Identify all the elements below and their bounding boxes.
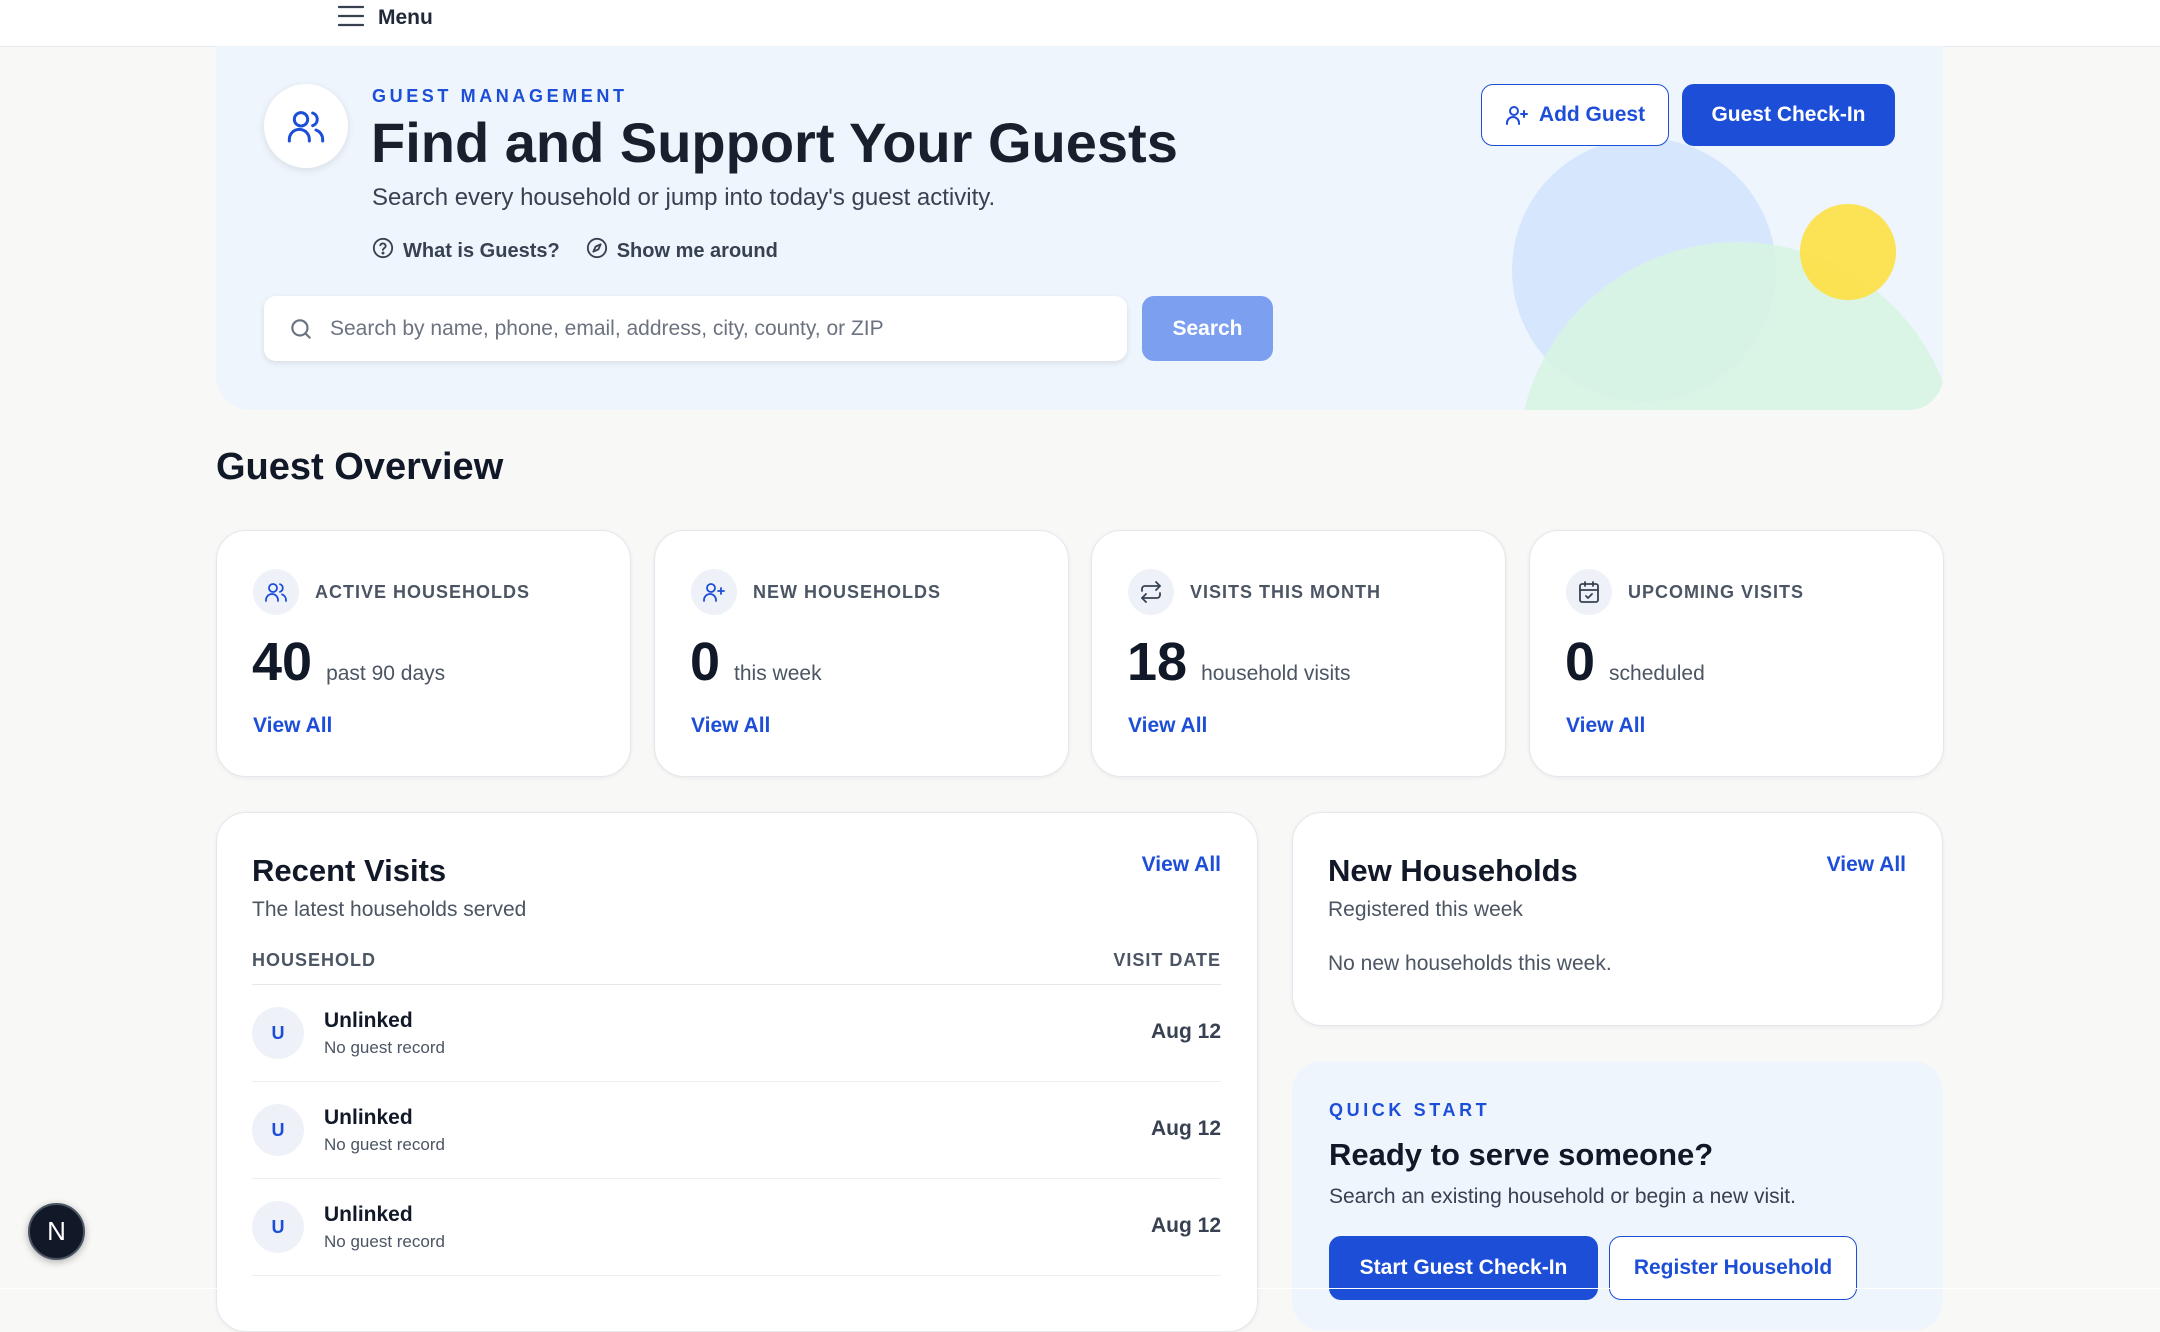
- stat-card-upcoming-visits: UPCOMING VISITS 0 scheduled View All: [1529, 530, 1944, 777]
- users-icon: [264, 84, 348, 168]
- repeat-icon: [1128, 569, 1174, 615]
- household-name: Unlinked: [324, 1203, 413, 1226]
- stat-unit: this week: [734, 662, 822, 685]
- avatar: U: [252, 1201, 304, 1253]
- column-header-household: HOUSEHOLD: [252, 950, 377, 970]
- stat-unit: past 90 days: [326, 662, 446, 685]
- menu-button[interactable]: Menu: [337, 3, 433, 33]
- visit-date: Aug 12: [1150, 1214, 1221, 1237]
- view-all-link[interactable]: View All: [691, 714, 770, 738]
- quick-start-title: Ready to serve someone?: [1329, 1137, 1714, 1172]
- visit-date: Aug 12: [1150, 1117, 1221, 1140]
- add-guest-button[interactable]: Add Guest: [1481, 84, 1669, 146]
- quick-start-eyebrow: QUICK START: [1329, 1100, 1491, 1120]
- recent-visits-subtitle: The latest households served: [252, 898, 527, 921]
- user-plus-icon: [1505, 103, 1529, 127]
- quick-start-panel: QUICK START Ready to serve someone? Sear…: [1292, 1061, 1943, 1331]
- add-guest-label: Add Guest: [1538, 103, 1646, 126]
- show-me-around-label: Show me around: [616, 239, 778, 262]
- register-household-button[interactable]: Register Household: [1609, 1236, 1857, 1300]
- users-icon: [253, 569, 299, 615]
- table-row[interactable]: U Unlinked No guest record Aug 12: [252, 1082, 1221, 1179]
- avatar: U: [252, 1007, 304, 1059]
- household-sub: No guest record: [324, 1038, 445, 1057]
- help-circle-icon: [372, 237, 394, 265]
- search-box: [264, 296, 1127, 361]
- avatar: U: [252, 1104, 304, 1156]
- new-households-subtitle: Registered this week: [1328, 898, 1523, 921]
- compass-icon: [586, 237, 608, 265]
- recent-visits-view-all-link[interactable]: View All: [1142, 853, 1221, 877]
- stat-value: 18: [1127, 632, 1188, 692]
- hero-subtitle: Search every household or jump into toda…: [372, 184, 996, 211]
- search-button[interactable]: Search: [1142, 296, 1273, 361]
- recent-visits-panel: Recent Visits The latest households serv…: [216, 812, 1258, 1332]
- stat-label: NEW HOUSEHOLDS: [753, 581, 942, 602]
- household-name: Unlinked: [324, 1106, 413, 1129]
- search-input[interactable]: [328, 315, 1112, 342]
- what-is-guests-link[interactable]: What is Guests?: [372, 237, 560, 265]
- stat-value: 40: [252, 632, 313, 692]
- page-title: Find and Support Your Guests: [371, 111, 1178, 174]
- stat-card-visits-this-month: VISITS THIS MONTH 18 household visits Vi…: [1091, 530, 1506, 777]
- user-plus-icon: [691, 569, 737, 615]
- empty-state-text: No new households this week.: [1328, 952, 1612, 975]
- hero-banner: GUEST MANAGEMENT Find and Support Your G…: [216, 46, 1943, 410]
- dev-tools-badge[interactable]: N: [28, 1203, 85, 1260]
- table-row[interactable]: U Unlinked No guest record Aug 12: [252, 985, 1221, 1082]
- hero-eyebrow: GUEST MANAGEMENT: [372, 86, 628, 106]
- show-me-around-link[interactable]: Show me around: [586, 237, 778, 265]
- view-all-link[interactable]: View All: [253, 714, 332, 738]
- quick-start-subtitle: Search an existing household or begin a …: [1329, 1185, 1796, 1208]
- stat-label: UPCOMING VISITS: [1628, 581, 1805, 602]
- decorative-circle-yellow: [1800, 204, 1896, 300]
- household-name: Unlinked: [324, 1009, 413, 1032]
- stat-unit: scheduled: [1609, 662, 1705, 685]
- hamburger-icon: [337, 5, 365, 32]
- stat-label: VISITS THIS MONTH: [1190, 581, 1382, 602]
- stat-value: 0: [1565, 632, 1596, 692]
- top-bar: Menu: [0, 0, 2160, 47]
- recent-visits-title: Recent Visits: [252, 853, 447, 888]
- stat-card-new-households: NEW HOUSEHOLDS 0 this week View All: [654, 530, 1069, 777]
- guest-check-in-button[interactable]: Guest Check-In: [1682, 84, 1895, 146]
- menu-label: Menu: [378, 6, 433, 29]
- table-row[interactable]: U Unlinked No guest record Aug 12: [252, 1179, 1221, 1276]
- calendar-check-icon: [1566, 569, 1612, 615]
- stat-label: ACTIVE HOUSEHOLDS: [315, 581, 531, 602]
- stat-value: 0: [690, 632, 721, 692]
- view-all-link[interactable]: View All: [1128, 714, 1207, 738]
- new-households-panel: New Households Registered this week View…: [1292, 812, 1943, 1026]
- new-households-view-all-link[interactable]: View All: [1827, 853, 1906, 877]
- column-header-visit-date: VISIT DATE: [1113, 950, 1221, 970]
- household-sub: No guest record: [324, 1232, 445, 1251]
- stat-unit: household visits: [1201, 662, 1351, 685]
- start-guest-check-in-button[interactable]: Start Guest Check-In: [1329, 1236, 1598, 1300]
- hero-links: What is Guests? Show me around: [372, 237, 778, 265]
- visit-date: Aug 12: [1150, 1020, 1221, 1043]
- search-icon: [288, 316, 314, 342]
- new-households-title: New Households: [1328, 853, 1578, 888]
- view-all-link[interactable]: View All: [1566, 714, 1645, 738]
- household-sub: No guest record: [324, 1135, 445, 1154]
- section-title-overview: Guest Overview: [216, 446, 504, 488]
- stat-card-active-households: ACTIVE HOUSEHOLDS 40 past 90 days View A…: [216, 530, 631, 777]
- what-is-guests-label: What is Guests?: [403, 239, 560, 262]
